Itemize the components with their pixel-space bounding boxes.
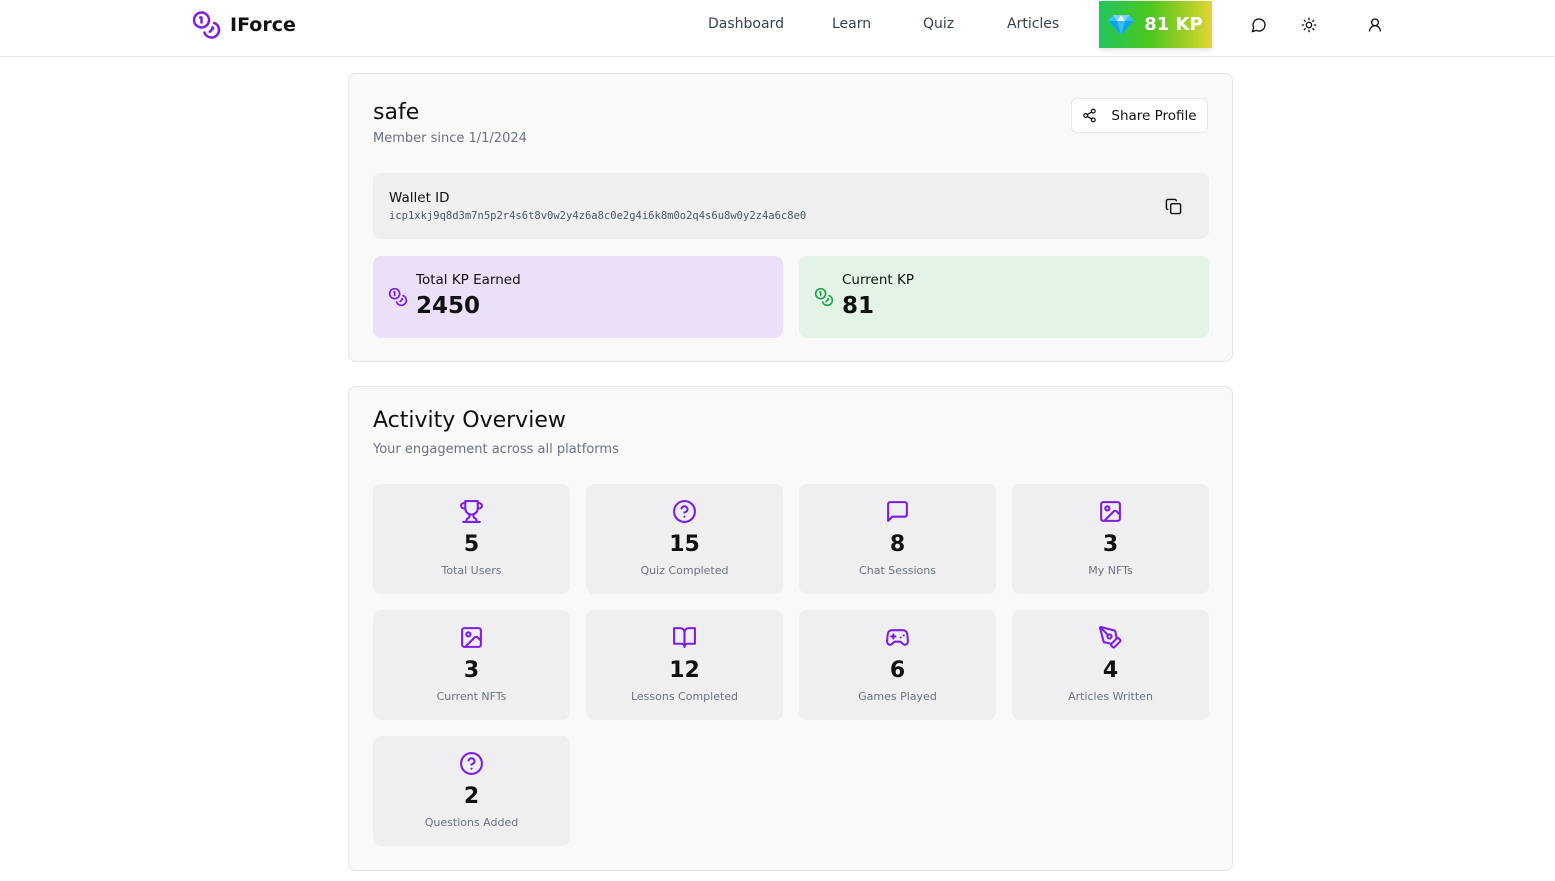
- member-since: Member since 1/1/2024: [373, 131, 527, 146]
- activity-overview-card: Activity Overview Your engagement across…: [348, 386, 1233, 871]
- total-kp-value: 2450: [416, 293, 481, 319]
- brand-logo-link[interactable]: IForce: [191, 10, 296, 40]
- profile-card: safe Member since 1/1/2024 Share Profile…: [348, 73, 1233, 362]
- wallet-box: Wallet ID icp1xkj9q8d3m7n5p2r4s6t8v0w2y4…: [373, 173, 1209, 239]
- stat-tile-current-nfts: 3 Current NFTs: [373, 610, 570, 720]
- kp-balance-label: 81 KP: [1144, 14, 1203, 35]
- message-square-icon: [887, 501, 908, 522]
- stat-label: Questions Added: [424, 816, 519, 829]
- trophy-icon: [460, 500, 483, 523]
- stat-label: Games Played: [858, 690, 937, 703]
- total-kp-label: Total KP Earned: [416, 272, 521, 288]
- stat-value: 3: [1102, 532, 1119, 557]
- sun-icon: [1301, 17, 1317, 33]
- help-circle-icon: [673, 500, 696, 523]
- current-kp-label: Current KP: [842, 272, 914, 288]
- activity-title: Activity Overview: [373, 408, 566, 433]
- coins-icon: [814, 287, 834, 307]
- stat-label: Current NFTs: [436, 690, 507, 703]
- profile-username: safe: [373, 100, 420, 125]
- nav-dashboard[interactable]: Dashboard: [708, 16, 784, 32]
- wallet-label: Wallet ID: [389, 190, 450, 206]
- stat-tile-my-nfts: 3 My NFTs: [1012, 484, 1209, 594]
- stat-value: 4: [1102, 658, 1119, 683]
- stat-label: My NFTs: [1088, 564, 1133, 577]
- stat-tile-articles-written: 4 Articles Written: [1012, 610, 1209, 720]
- stat-value: 6: [889, 658, 906, 683]
- stat-tile-quiz-completed: 15 Quiz Completed: [586, 484, 783, 594]
- copy-icon: [1165, 198, 1181, 214]
- stat-label: Total Users: [441, 564, 502, 577]
- gem-icon: [1108, 14, 1135, 35]
- stat-value: 3: [463, 658, 480, 683]
- copy-wallet-button[interactable]: [1163, 196, 1183, 216]
- nav-learn[interactable]: Learn: [832, 16, 871, 32]
- gamepad-icon: [886, 629, 909, 646]
- total-kp-card: Total KP Earned 2450: [373, 256, 783, 338]
- share-icon: [1083, 108, 1097, 123]
- user-menu-button[interactable]: [1365, 15, 1385, 35]
- stat-tile-total-users: 5 Total Users: [373, 484, 570, 594]
- brand-name: IForce: [230, 14, 296, 36]
- stat-value: 12: [669, 658, 700, 683]
- current-kp-value: 81: [842, 293, 875, 319]
- current-kp-card: Current KP 81: [799, 256, 1209, 338]
- pen-tool-icon: [1099, 626, 1122, 649]
- stat-tile-lessons-completed: 12 Lessons Completed: [586, 610, 783, 720]
- theme-toggle-button[interactable]: [1299, 15, 1319, 35]
- stat-tile-chat-sessions: 8 Chat Sessions: [799, 484, 996, 594]
- stat-label: Articles Written: [1068, 690, 1153, 703]
- stat-label: Quiz Completed: [640, 564, 729, 577]
- chat-button[interactable]: [1249, 15, 1269, 35]
- stat-value: 5: [463, 532, 480, 557]
- stat-value: 2: [463, 784, 480, 809]
- activity-subtitle: Your engagement across all platforms: [373, 442, 619, 457]
- help-circle-icon: [460, 752, 483, 775]
- kp-balance-badge[interactable]: 81 KP: [1099, 1, 1212, 48]
- stat-value: 8: [889, 532, 906, 557]
- image-icon: [461, 627, 482, 648]
- image-icon: [1100, 501, 1121, 522]
- stat-value: 15: [669, 532, 700, 557]
- share-profile-button[interactable]: Share Profile: [1071, 98, 1208, 133]
- user-icon: [1369, 18, 1381, 32]
- share-profile-label: Share Profile: [1111, 107, 1197, 124]
- coins-logo-icon: [192, 11, 221, 39]
- message-circle-icon: [1251, 18, 1266, 33]
- stat-label: Chat Sessions: [859, 564, 936, 577]
- stat-tile-games-played: 6 Games Played: [799, 610, 996, 720]
- book-open-icon: [673, 627, 696, 648]
- stat-tile-questions-added: 2 Questions Added: [373, 736, 570, 846]
- top-navbar: IForce Dashboard Learn Quiz Articles 81 …: [0, 0, 1555, 57]
- stat-label: Lessons Completed: [630, 690, 739, 703]
- wallet-id: icp1xkj9q8d3m7n5p2r4s6t8v0w2y4z6a8c0e2g4…: [389, 210, 807, 222]
- nav-articles[interactable]: Articles: [1007, 16, 1059, 32]
- nav-quiz[interactable]: Quiz: [923, 16, 954, 32]
- coins-icon: [388, 287, 408, 307]
